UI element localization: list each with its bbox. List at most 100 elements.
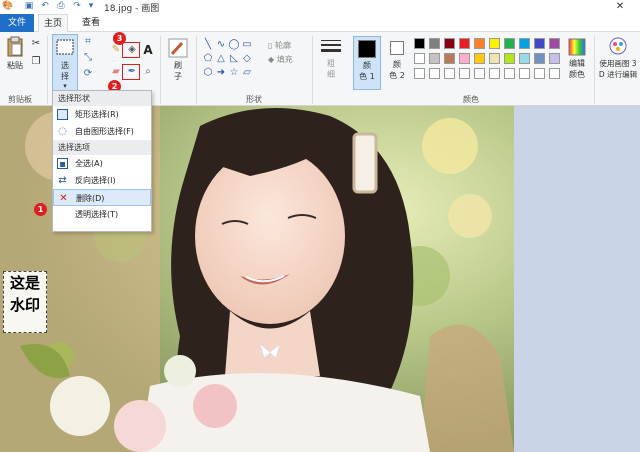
color-swatch[interactable]	[474, 38, 485, 49]
color-swatch[interactable]	[519, 38, 530, 49]
select-all-label: 全选(A)	[75, 159, 103, 168]
curve-shape-icon[interactable]: ∿	[215, 40, 227, 50]
color-swatch[interactable]	[444, 38, 455, 49]
tab-home[interactable]: 主页	[38, 14, 68, 32]
oval-shape-icon[interactable]: ◯	[228, 40, 240, 50]
star-shape-icon[interactable]: ☆	[228, 68, 240, 78]
select-dropdown-menu: 选择形状 矩形选择(R) ◌ 自由图形选择(F) 选择选项 ▪ 全选(A) ⇄ …	[52, 90, 152, 232]
line-shape-icon[interactable]: ╲	[202, 40, 214, 50]
paint3d-icon	[609, 37, 627, 55]
brush-button[interactable]: 刷 子	[166, 38, 190, 82]
cut-icon[interactable]: ✂	[30, 38, 42, 50]
select-all-icon: ▪	[57, 158, 68, 170]
menu-item-transparent-selection[interactable]: 透明选择(T)	[53, 206, 151, 223]
colors-group-label: 颜色	[463, 95, 479, 104]
outline-label: 轮廓	[274, 41, 291, 50]
edit-colors-label-line2: 颜色	[569, 70, 585, 79]
invert-selection-label: 反向选择(I)	[75, 176, 116, 185]
undo-icon[interactable]: ↶	[40, 1, 50, 11]
text-icon[interactable]: A	[142, 44, 154, 56]
color-swatch[interactable]	[459, 53, 470, 64]
color1-label-line2: 色 1	[359, 72, 375, 81]
fill-label: 填充	[276, 55, 293, 64]
edit-colors-button[interactable]: 编辑 颜色	[564, 38, 590, 80]
redo-icon[interactable]: ↷	[72, 1, 82, 11]
menu-item-free-form-selection[interactable]: ◌ 自由图形选择(F)	[53, 123, 151, 140]
menu-item-invert-selection[interactable]: ⇄ 反向选择(I)	[53, 172, 151, 189]
magnifier-icon[interactable]: ⌕	[142, 66, 154, 78]
color-swatch[interactable]	[429, 53, 440, 64]
color-swatch[interactable]	[489, 38, 500, 49]
color-swatch[interactable]	[444, 53, 455, 64]
window-close-button[interactable]: ✕	[600, 0, 640, 14]
menu-item-select-all[interactable]: ▪ 全选(A)	[53, 155, 151, 172]
custom-color-slot[interactable]	[489, 68, 500, 79]
color-swatch[interactable]	[489, 53, 500, 64]
menu-header-selection-options: 选择选项	[53, 140, 151, 155]
color-swatch[interactable]	[474, 53, 485, 64]
diamond-shape-icon[interactable]: ◇	[241, 54, 253, 64]
select-button[interactable]: 选 择 ▾	[52, 34, 78, 92]
pencil-icon[interactable]: ✎	[110, 44, 122, 56]
size-label-line2: 细	[327, 70, 335, 79]
rect-shape-icon[interactable]: ▭	[241, 40, 253, 50]
rotate-icon[interactable]: ⟳	[82, 68, 94, 80]
color1-button[interactable]: 颜 色 1	[353, 36, 381, 90]
custom-color-slot[interactable]	[444, 68, 455, 79]
eraser-icon[interactable]: ▰	[110, 66, 122, 78]
edit-with-paint3d-button[interactable]: 使用画图 3 D 进行编辑	[597, 36, 639, 80]
color-swatch[interactable]	[534, 38, 545, 49]
color-swatch[interactable]	[549, 53, 560, 64]
triangle-shape-icon[interactable]: △	[215, 54, 227, 64]
select-label-line1: 选	[61, 61, 69, 70]
watermark-selection[interactable]: 这是 水印	[3, 271, 47, 333]
color2-button[interactable]: 颜 色 2	[384, 36, 410, 81]
custom-color-slot[interactable]	[414, 68, 425, 79]
print-icon[interactable]: ⎙	[56, 1, 66, 11]
watermark-text-line1: 这是	[9, 274, 40, 292]
color-swatch[interactable]	[459, 38, 470, 49]
menu-item-delete[interactable]: ✕ 删除(D)	[53, 189, 151, 206]
paint-app-icon: 🎨	[2, 1, 14, 11]
color-swatch[interactable]	[549, 38, 560, 49]
menu-item-rectangular-selection[interactable]: 矩形选择(R)	[53, 106, 151, 123]
tab-view[interactable]: 查看	[76, 14, 106, 32]
color1-swatch	[358, 40, 376, 58]
fill-button[interactable]: ◆ 填充	[268, 54, 293, 65]
color-swatch[interactable]	[519, 53, 530, 64]
custom-color-slot[interactable]	[429, 68, 440, 79]
custom-color-slot[interactable]	[534, 68, 545, 79]
copy-icon[interactable]: ❐	[30, 56, 42, 68]
color-swatch[interactable]	[414, 38, 425, 49]
callout-shape-icon[interactable]: ▱	[241, 68, 253, 78]
shapes-group-label: 形状	[246, 95, 262, 104]
custom-color-slot[interactable]	[519, 68, 530, 79]
color-swatch[interactable]	[414, 53, 425, 64]
check-icon	[57, 109, 68, 120]
resize-icon[interactable]: ⤡	[82, 52, 94, 64]
color-swatch[interactable]	[429, 38, 440, 49]
brush-label-line1: 刷	[174, 61, 182, 70]
custom-color-slot[interactable]	[549, 68, 560, 79]
color-swatch[interactable]	[504, 38, 515, 49]
paste-button[interactable]: 粘贴	[4, 36, 26, 71]
color-swatch[interactable]	[534, 53, 545, 64]
crop-icon[interactable]: ⌗	[82, 36, 94, 48]
tab-file[interactable]: 文件	[0, 14, 34, 32]
save-icon[interactable]: ▣	[24, 1, 34, 11]
arrow-shape-icon[interactable]: ➜	[215, 68, 227, 78]
polygon-shape-icon[interactable]: ⬠	[202, 54, 214, 64]
outline-button[interactable]: ▯ 轮廓	[268, 40, 291, 51]
step-badge-3: 3	[113, 32, 126, 45]
chevron-down-icon: ▾	[63, 82, 67, 90]
paste-icon	[7, 36, 23, 57]
hexagon-shape-icon[interactable]: ⬡	[202, 68, 214, 78]
color-swatch[interactable]	[504, 53, 515, 64]
size-button[interactable]: 粗 细	[318, 38, 344, 80]
custom-color-slot[interactable]	[459, 68, 470, 79]
custom-color-slot[interactable]	[504, 68, 515, 79]
menu-header-selection-shapes: 选择形状	[53, 91, 151, 106]
right-triangle-shape-icon[interactable]: ◺	[228, 54, 240, 64]
custom-color-slot[interactable]	[474, 68, 485, 79]
quick-access-dropdown-icon[interactable]: ▾	[86, 1, 96, 11]
